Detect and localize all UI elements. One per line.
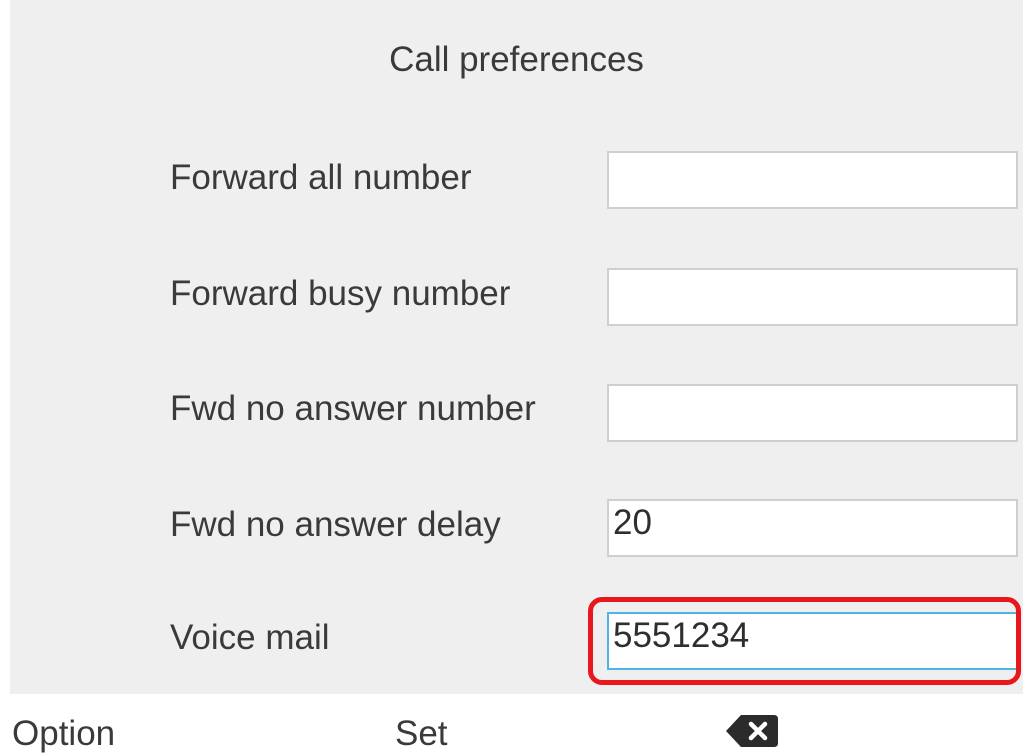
voice-mail-highlight: [588, 597, 1021, 685]
backspace-icon[interactable]: [724, 713, 780, 749]
forward-all-number-label: Forward all number: [170, 158, 472, 197]
set-softkey[interactable]: Set: [395, 714, 448, 754]
fwd-no-answer-number-label: Fwd no answer number: [170, 389, 536, 428]
option-softkey[interactable]: Option: [12, 714, 115, 754]
forward-all-number-field[interactable]: [607, 151, 1018, 209]
call-preferences-screen: Call preferences Forward all number Forw…: [10, 0, 1023, 694]
forward-busy-number-label: Forward busy number: [170, 274, 511, 313]
fwd-no-answer-delay-field[interactable]: 20: [607, 499, 1018, 557]
page-title: Call preferences: [389, 40, 644, 79]
forward-busy-number-field[interactable]: [607, 268, 1018, 326]
fwd-no-answer-number-field[interactable]: [607, 384, 1018, 442]
voice-mail-label: Voice mail: [170, 618, 330, 657]
fwd-no-answer-delay-label: Fwd no answer delay: [170, 505, 501, 544]
